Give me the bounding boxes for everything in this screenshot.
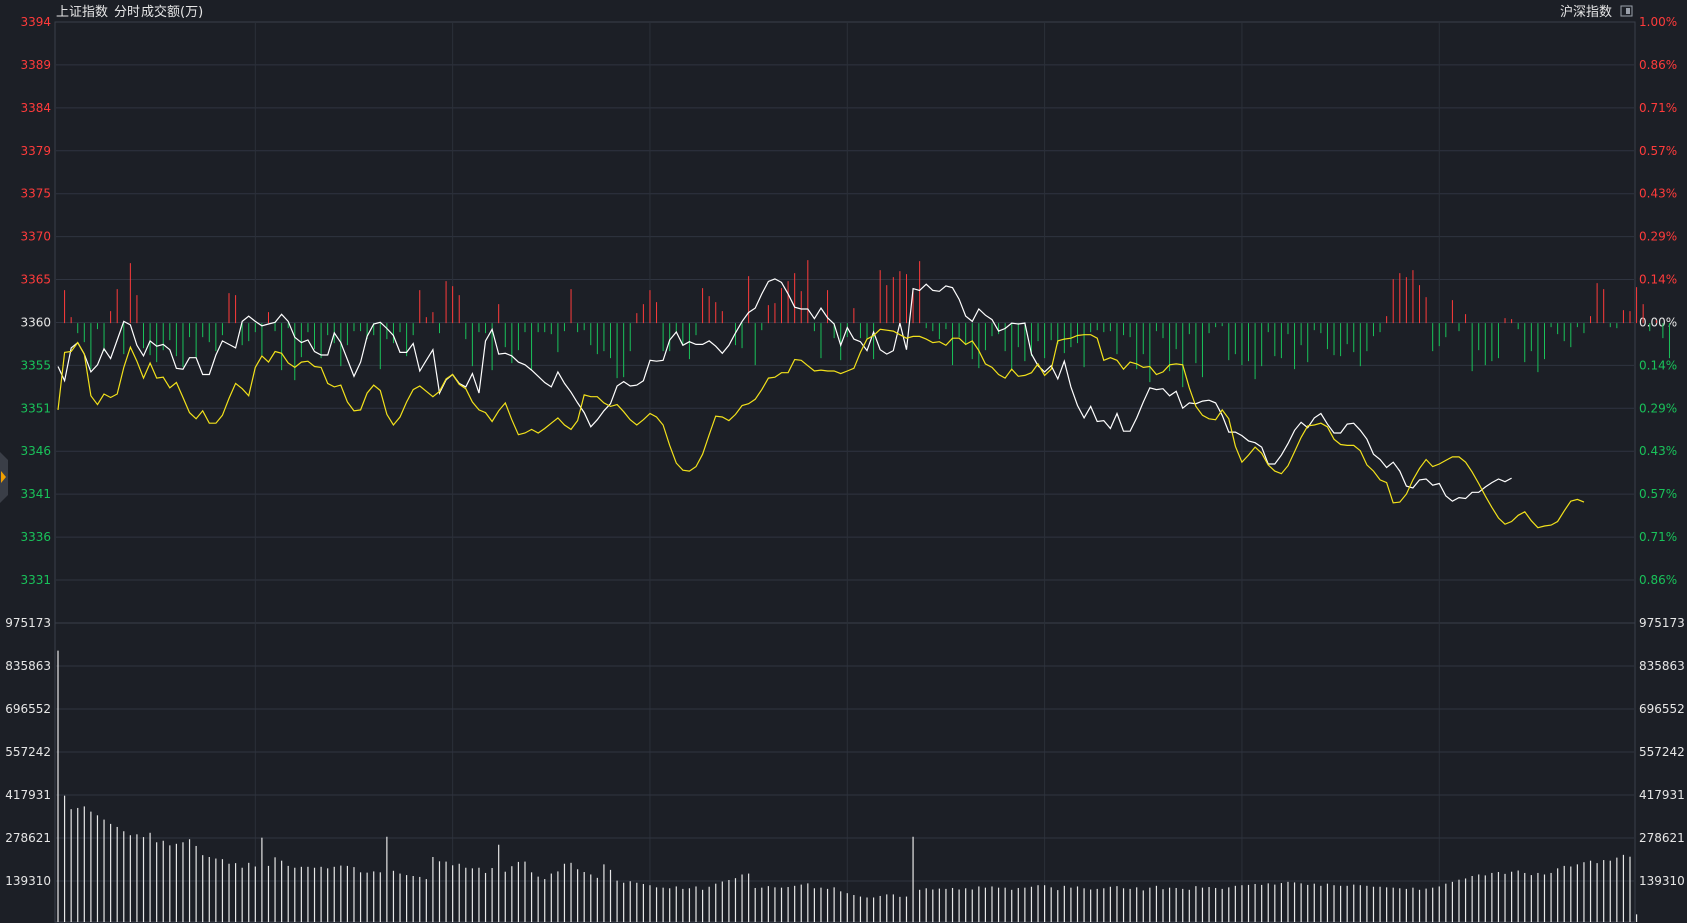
price-tick-label: 3389 <box>20 58 51 72</box>
intraday-chart: 上证指数 分时 成交额(万) 沪深指数 3394 3389 3384 3379 3375… <box>0 4 1685 923</box>
panel-toggle-icon-inner <box>1626 8 1630 14</box>
volume-tick-label: 417931 <box>1639 788 1685 802</box>
price-tick-label: 3370 <box>20 230 51 244</box>
volume-tick-label: 835863 <box>5 659 51 673</box>
volume-tick-label: 975173 <box>1639 616 1685 630</box>
volume-tick-label: 696552 <box>5 702 51 716</box>
volume-tick-label: 139310 <box>1639 874 1685 888</box>
volume-tick-label: 557242 <box>5 745 51 759</box>
percent-axis-right: 1.00% 0.86% 0.71% 0.57% 0.43% 0.29% 0.14% 0.00%… <box>1639 15 1677 587</box>
percent-tick-label: 0.71% <box>1639 530 1677 544</box>
price-tick-label: 3365 <box>20 273 51 287</box>
price-line <box>57 278 1512 502</box>
price-tick-label: 3375 <box>20 187 51 201</box>
percent-tick-label: 0.86% <box>1639 58 1677 72</box>
price-tick-label: 3379 <box>20 144 51 158</box>
percent-tick-label: 0.29% <box>1639 401 1677 415</box>
percent-tick-label: 0.86% <box>1639 573 1677 587</box>
percent-tick-label: 0.71% <box>1639 101 1677 115</box>
percent-tick-label: 0.00% <box>1639 315 1677 329</box>
volume-tick-label: 835863 <box>1639 659 1685 673</box>
percent-tick-label: 0.43% <box>1639 187 1677 201</box>
volume-axis-right: 975173 835863 696552 557242 417931 278621 1393… <box>1639 616 1685 888</box>
volume-tick-label: 278621 <box>5 831 51 845</box>
price-tick-label: 3360 <box>20 315 51 329</box>
price-tick-label: 3351 <box>20 401 51 415</box>
price-tick-label: 3394 <box>20 15 51 29</box>
price-tick-label: 3355 <box>20 358 51 372</box>
volume-tick-label: 139310 <box>5 874 51 888</box>
grid <box>56 22 1634 922</box>
volume-label[interactable]: 成交额(万) <box>141 4 203 20</box>
percent-tick-label: 0.14% <box>1639 358 1677 372</box>
volume-tick-label: 975173 <box>5 616 51 630</box>
price-lines <box>57 278 1585 529</box>
price-tick-label: 3331 <box>20 573 51 587</box>
chart-frame <box>54 21 1636 923</box>
price-tick-label: 3341 <box>20 487 51 501</box>
market-label[interactable]: 沪深指数 <box>1560 4 1612 20</box>
price-axis-left: 3394 3389 3384 3379 3375 3370 3365 3360 3355 3351… <box>20 15 51 587</box>
volume-tick-label: 696552 <box>1639 702 1685 716</box>
volume-tick-label: 557242 <box>1639 745 1685 759</box>
percent-tick-label: 0.14% <box>1639 273 1677 287</box>
index-name-label[interactable]: 上证指数 <box>56 5 108 20</box>
price-tick-label: 3384 <box>20 101 51 115</box>
volume-tick-label: 417931 <box>5 788 51 802</box>
volume-axis-left: 975173 835863 696552 557242 417931 278621 1393… <box>5 616 51 888</box>
mode-label[interactable]: 分时 <box>114 5 140 20</box>
average-price-line <box>57 328 1585 529</box>
percent-tick-label: 0.57% <box>1639 144 1677 158</box>
volume-tick-label: 278621 <box>1639 831 1685 845</box>
percent-tick-label: 1.00% <box>1639 15 1677 29</box>
percent-tick-label: 0.57% <box>1639 487 1677 501</box>
percent-tick-label: 0.43% <box>1639 444 1677 458</box>
percent-tick-label: 0.29% <box>1639 230 1677 244</box>
price-tick-label: 3336 <box>20 530 51 544</box>
price-tick-label: 3346 <box>20 444 51 458</box>
